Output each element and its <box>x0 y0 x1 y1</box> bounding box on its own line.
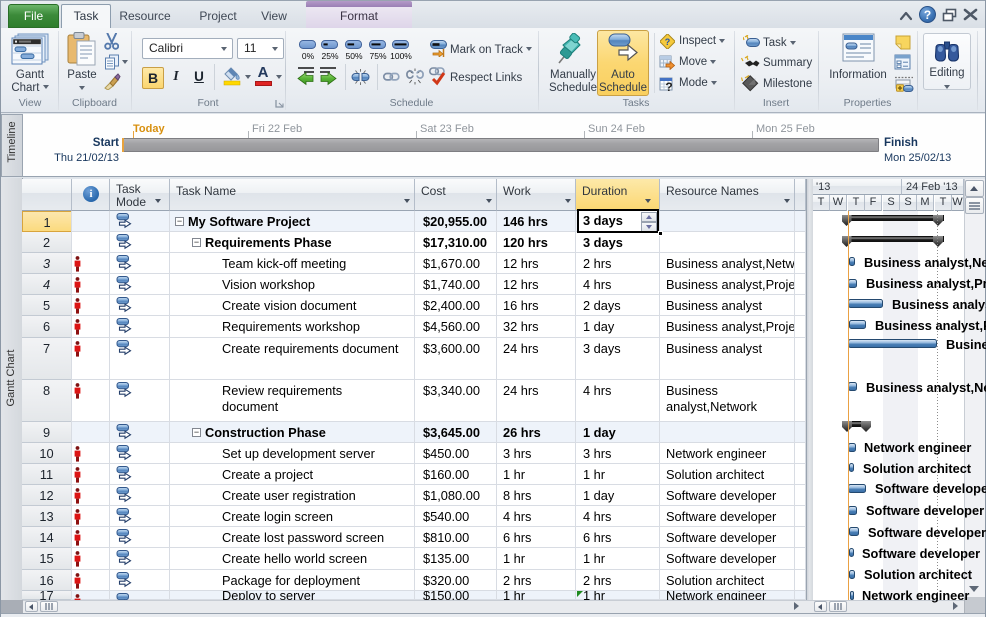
svg-text:?: ? <box>665 80 672 92</box>
svg-text:?: ? <box>665 37 671 47</box>
